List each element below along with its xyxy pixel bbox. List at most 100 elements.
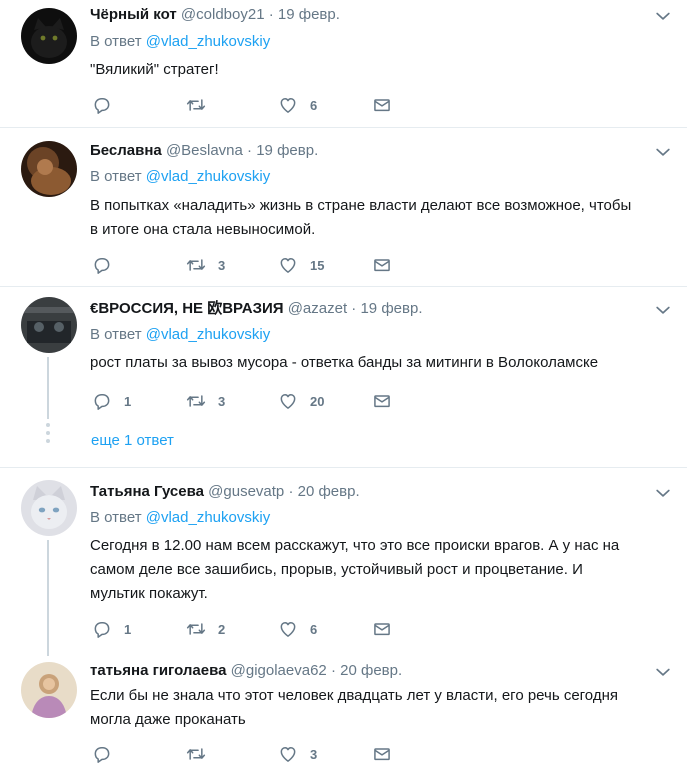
like-count: 15	[310, 257, 325, 273]
retweet-button[interactable]: 2	[186, 618, 225, 640]
envelope-icon	[372, 744, 392, 764]
user-name[interactable]: €ВРОССИЯ, НЕ 欧ВРАЗИЯ	[90, 300, 284, 317]
user-handle[interactable]: @azazet	[288, 300, 347, 317]
reply-button[interactable]	[92, 743, 124, 765]
reply-prefix: В ответ	[90, 33, 142, 50]
reply-icon	[92, 95, 112, 115]
avatar[interactable]	[21, 8, 77, 64]
like-count: 6	[310, 621, 318, 637]
separator-dot: ·	[268, 6, 274, 23]
heart-icon	[278, 744, 298, 764]
tweet: татьяна гиголаева @gigolaeva62 · 20 февр…	[0, 656, 687, 775]
direct-message-button[interactable]	[372, 743, 392, 765]
thread-line	[47, 540, 49, 656]
like-button[interactable]: 6	[278, 618, 317, 640]
chevron-down-icon[interactable]	[653, 300, 673, 320]
avatar[interactable]	[21, 297, 77, 353]
retweet-button[interactable]: 3	[186, 390, 225, 412]
retweet-count: 3	[218, 257, 226, 273]
mention-link[interactable]: @vlad_zhukovskiy	[146, 326, 270, 343]
reply-icon	[92, 744, 112, 764]
user-handle[interactable]: @gigolaeva62	[231, 662, 327, 679]
separator-dot: ·	[247, 142, 253, 159]
chevron-down-icon[interactable]	[653, 662, 673, 682]
direct-message-button[interactable]	[372, 618, 392, 640]
tweet-text-line: в итоге она стала невыносимой.	[90, 221, 316, 238]
user-name[interactable]: татьяна гиголаева	[90, 662, 226, 679]
tweet-text: В попытках «наладить» жизнь в стране вла…	[90, 194, 675, 242]
avatar[interactable]	[21, 141, 77, 197]
like-button[interactable]: 20	[278, 390, 324, 412]
like-button[interactable]: 3	[278, 743, 317, 765]
tweet-date[interactable]: 20 февр.	[340, 662, 402, 679]
direct-message-button[interactable]	[372, 390, 392, 412]
reply-context: В ответ @vlad_zhukovskiy	[90, 325, 270, 345]
avatar[interactable]	[21, 662, 77, 718]
tweet-header: Татьяна Гусева @gusevatp · 20 февр.	[90, 482, 647, 502]
reply-button[interactable]	[92, 254, 124, 276]
tweet-text: Сегодня в 12.00 нам всем расскажут, что …	[90, 534, 675, 606]
user-name[interactable]: Татьяна Гусева	[90, 483, 204, 500]
tweet-date[interactable]: 19 февр.	[360, 300, 422, 317]
tweet: Татьяна Гусева @gusevatp · 20 февр. В от…	[0, 468, 687, 656]
user-name[interactable]: Чёрный кот	[90, 6, 177, 23]
avatar[interactable]	[21, 480, 77, 536]
tweet-text-line: Если бы не знала что этот человек двадца…	[90, 687, 618, 704]
tweet-text: "Вяликий" стратег!	[90, 61, 219, 78]
tweet-date[interactable]: 20 февр.	[298, 483, 360, 500]
tweet: €ВРОССИЯ, НЕ 欧ВРАЗИЯ @azazet · 19 февр. …	[0, 287, 687, 467]
user-name[interactable]: Беславна	[90, 142, 162, 159]
retweet-button[interactable]	[186, 743, 218, 765]
tweet-text-line: Сегодня в 12.00 нам всем расскажут, что …	[90, 537, 620, 554]
tweet-date[interactable]: 19 февр.	[278, 6, 340, 23]
like-button[interactable]: 15	[278, 254, 324, 276]
retweet-icon	[186, 744, 206, 764]
envelope-icon	[372, 391, 392, 411]
user-handle[interactable]: @gusevatp	[208, 483, 284, 500]
tweet-text-line: мультик покажут.	[90, 585, 208, 602]
reply-context: В ответ @vlad_zhukovskiy	[90, 32, 270, 52]
mention-link[interactable]: @vlad_zhukovskiy	[146, 509, 270, 526]
tweet-actions: 6	[90, 94, 390, 116]
reply-icon	[92, 255, 112, 275]
mention-link[interactable]: @vlad_zhukovskiy	[146, 168, 270, 185]
direct-message-button[interactable]	[372, 254, 392, 276]
envelope-icon	[372, 619, 392, 639]
user-handle[interactable]: @coldboy21	[181, 6, 265, 23]
separator-dot: ·	[288, 483, 294, 500]
like-button[interactable]: 6	[278, 94, 317, 116]
heart-icon	[278, 391, 298, 411]
heart-icon	[278, 95, 298, 115]
mention-link[interactable]: @vlad_zhukovskiy	[146, 33, 270, 50]
heart-icon	[278, 619, 298, 639]
reply-count: 1	[124, 393, 132, 409]
tweet-actions: 3 15	[90, 254, 390, 276]
retweet-count: 2	[218, 621, 226, 637]
tweet-text-line: могла даже проканать	[90, 711, 246, 728]
thread-line	[47, 357, 49, 419]
direct-message-button[interactable]	[372, 94, 392, 116]
reply-button[interactable]: 1	[92, 618, 131, 640]
reply-button[interactable]: 1	[92, 390, 131, 412]
tweet-date[interactable]: 19 февр.	[256, 142, 318, 159]
retweet-icon	[186, 95, 206, 115]
reply-context: В ответ @vlad_zhukovskiy	[90, 508, 270, 528]
reply-button[interactable]	[92, 94, 124, 116]
thread-dots	[46, 423, 50, 447]
tweet: Беславна @Beslavna · 19 февр. В ответ @v…	[0, 128, 687, 286]
user-handle[interactable]: @Beslavna	[166, 142, 243, 159]
chevron-down-icon[interactable]	[653, 483, 673, 503]
chevron-down-icon[interactable]	[653, 6, 673, 26]
show-more-replies-link[interactable]: еще 1 ответ	[91, 431, 174, 451]
like-count: 3	[310, 746, 318, 762]
retweet-icon	[186, 255, 206, 275]
heart-icon	[278, 255, 298, 275]
retweet-button[interactable]	[186, 94, 218, 116]
envelope-icon	[372, 255, 392, 275]
chevron-down-icon[interactable]	[653, 142, 673, 162]
retweet-button[interactable]: 3	[186, 254, 225, 276]
retweet-icon	[186, 619, 206, 639]
tweet-header: Беславна @Beslavna · 19 февр.	[90, 141, 647, 161]
tweet-text-line: В попытках «наладить» жизнь в стране вла…	[90, 197, 632, 214]
retweet-icon	[186, 391, 206, 411]
